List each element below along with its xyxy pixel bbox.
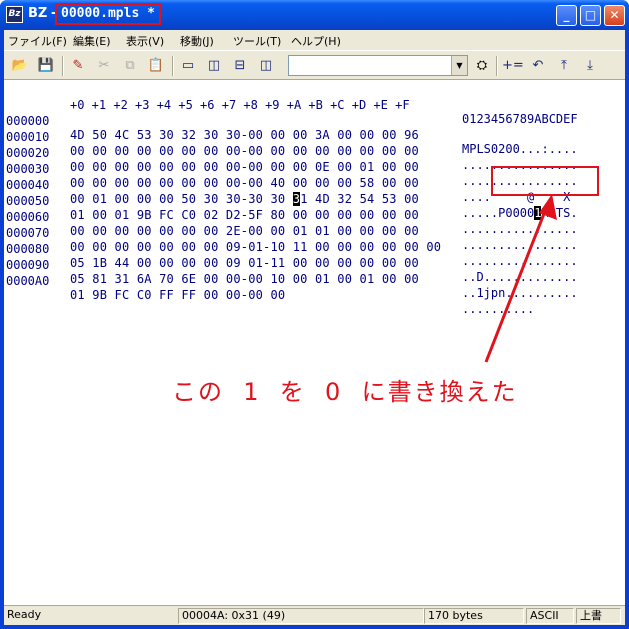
status-encoding: ASCII <box>526 608 574 624</box>
menu-help[interactable]: ヘルプ(H) <box>291 33 341 49</box>
status-position: 00004A: 0x31 (49) <box>178 608 424 624</box>
undo-icon[interactable]: ↶ <box>528 56 548 76</box>
close-icon: ✕ <box>609 8 620 22</box>
annotation-arrow <box>484 194 557 363</box>
menu-bar: ファイル(F) 編集(E) 表示(V) 移動(J) ツール(T) ヘルプ(H) <box>4 30 625 50</box>
app-name: BZ <box>28 6 48 21</box>
maximize-button[interactable]: □ <box>580 5 601 26</box>
file-name-highlighted: 00000.mpls * <box>55 3 161 25</box>
save-icon[interactable]: 💾 <box>36 56 56 76</box>
chevron-down-icon[interactable]: ▼ <box>451 56 467 75</box>
edit-icon[interactable]: ✎ <box>68 56 88 76</box>
toolbar-separator <box>496 56 498 76</box>
hex-editor-view[interactable]: +0 +1 +2 +3 +4 +5 +6 +7 +8 +9 +A +B +C +… <box>4 80 625 605</box>
menu-tools[interactable]: ツール(T) <box>233 33 281 49</box>
view-single-icon[interactable]: ▭ <box>178 56 198 76</box>
copy-icon[interactable]: ⧉ <box>120 56 140 76</box>
menu-file[interactable]: ファイル(F) <box>8 33 67 49</box>
toolbar: 📂 💾 ✎ ✂ ⧉ 📋 ▭ ◫ ⊟ ◫ ▼ ⛭ += ↶ ⤒ ⤓ <box>4 50 625 80</box>
paste-icon[interactable]: 📋 <box>146 56 166 76</box>
close-button[interactable]: ✕ <box>604 5 625 26</box>
maximize-icon: □ <box>584 8 597 22</box>
status-bar: Ready 00004A: 0x31 (49) 170 bytes ASCII … <box>4 605 625 625</box>
view-split-horizontal-icon[interactable]: ⊟ <box>230 56 250 76</box>
view-split-vertical-icon[interactable]: ◫ <box>204 56 224 76</box>
menu-view[interactable]: 表示(V) <box>126 33 164 49</box>
status-size: 170 bytes <box>424 608 524 624</box>
toolbar-separator <box>172 56 174 76</box>
status-ready: Ready <box>7 608 42 621</box>
binoculars-icon[interactable]: ⛭ <box>472 56 492 76</box>
toolbar-separator <box>62 56 64 76</box>
app-icon[interactable]: Bz <box>6 6 23 23</box>
annotation-text: この 1 を 0 に書き換えた <box>172 378 518 406</box>
minimize-button[interactable]: _ <box>556 5 577 26</box>
title-bar[interactable]: Bz BZ - 00000.mpls * _ □ ✕ <box>0 0 629 30</box>
annotation-arrow-line <box>484 205 549 363</box>
jump-bottom-icon[interactable]: ⤓ <box>580 56 600 76</box>
status-mode: 上書 <box>576 608 621 624</box>
menu-move[interactable]: 移動(J) <box>180 33 214 49</box>
jump-top-icon[interactable]: ⤒ <box>554 56 574 76</box>
open-folder-icon[interactable]: 📂 <box>10 56 30 76</box>
menu-edit[interactable]: 編集(E) <box>73 33 111 49</box>
app-window: Bz BZ - 00000.mpls * _ □ ✕ ファイル(F) 編集(E)… <box>0 0 629 629</box>
view-columns-icon[interactable]: ◫ <box>256 56 276 76</box>
add-icon[interactable]: += <box>502 56 524 76</box>
minimize-icon: _ <box>563 8 570 22</box>
cut-icon[interactable]: ✂ <box>94 56 114 76</box>
search-combo-box[interactable]: ▼ <box>288 55 468 76</box>
